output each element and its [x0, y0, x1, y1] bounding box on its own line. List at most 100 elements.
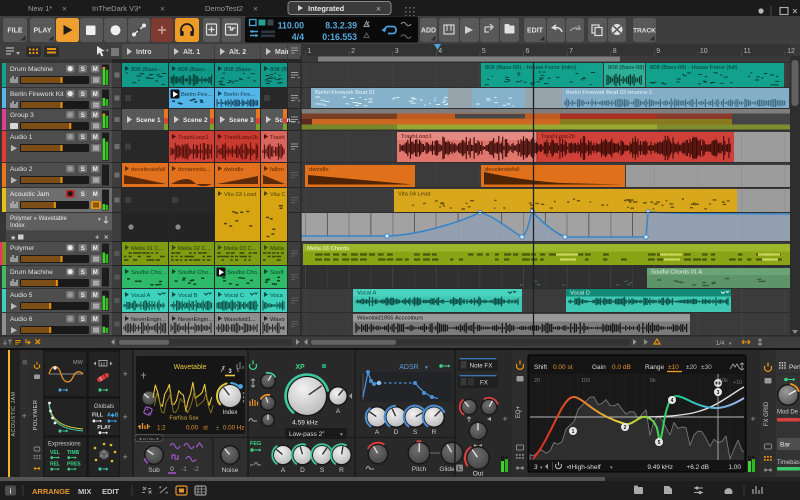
svg-text:Wavoloid1955 Acccolours: Wavoloid1955 Acccolours	[357, 316, 423, 322]
svg-text:+: +	[123, 412, 128, 422]
svg-text:Range: Range	[645, 364, 665, 371]
svg-text:M: M	[93, 167, 98, 173]
svg-text:M: M	[93, 317, 98, 323]
svg-text:MW: MW	[73, 360, 84, 366]
svg-text:Alt. 1: Alt. 1	[183, 49, 200, 56]
svg-text:ARRANGE: ARRANGE	[32, 487, 70, 496]
svg-text:Trash: Trash	[270, 135, 285, 141]
svg-text:TrashLoop1: TrashLoop1	[178, 135, 209, 141]
svg-text:+: +	[123, 369, 128, 379]
svg-text:Soulful Cho...: Soulful Cho...	[227, 270, 262, 276]
svg-text:fallon: fallon	[270, 167, 284, 173]
svg-text:3: 3	[717, 390, 720, 396]
svg-text:S: S	[81, 92, 85, 98]
svg-text:1/4: 1/4	[716, 341, 725, 347]
svg-text:ACOUSTIC JAM: ACOUSTIC JAM	[11, 391, 17, 436]
svg-text:808 (Bass-...: 808 (Bass-...	[224, 67, 257, 73]
svg-text:S: S	[81, 135, 85, 141]
svg-text:DemoTest2: DemoTest2	[205, 4, 243, 13]
svg-text:Vocal D: Vocal D	[570, 291, 590, 297]
svg-text:MIX: MIX	[78, 487, 91, 496]
svg-text:×: ×	[253, 4, 258, 14]
svg-text:Vocal A: Vocal A	[357, 291, 376, 297]
svg-text:Berlin Firework Beat 02-bounce: Berlin Firework Beat 02-bounce-1	[566, 90, 652, 96]
svg-text:VEL: VEL	[50, 450, 60, 456]
svg-text:D: D	[394, 429, 399, 436]
svg-text:deceleratefall: deceleratefall	[131, 167, 165, 173]
svg-text:0:16.553: 0:16.553	[322, 32, 357, 42]
svg-text:TrashLoop2b: TrashLoop2b	[541, 134, 575, 140]
svg-text:InTheDark V3*: InTheDark V3*	[92, 4, 141, 13]
svg-text:Audio 2: Audio 2	[10, 166, 33, 173]
svg-text:Index: Index	[10, 223, 25, 229]
svg-text:PLAY: PLAY	[97, 425, 111, 431]
svg-text:Gain: Gain	[592, 364, 606, 371]
svg-text:Timebas: Timebas	[777, 460, 800, 466]
svg-text:A◆B: A◆B	[107, 413, 119, 419]
svg-text:Shift: Shift	[534, 364, 547, 371]
svg-text:M: M	[93, 246, 98, 252]
svg-text:S: S	[81, 270, 85, 276]
svg-text:⊲High-shelf: ⊲High-shelf	[566, 464, 601, 471]
svg-text:Sub: Sub	[148, 467, 160, 474]
svg-text:Vita 04 Lead: Vita 04 Lead	[398, 192, 430, 198]
svg-text:◂ SYNC ▸: ◂ SYNC ▸	[139, 436, 160, 441]
svg-text:S: S	[320, 467, 325, 474]
svg-text:M: M	[93, 135, 98, 141]
svg-text:R: R	[339, 467, 344, 474]
svg-text:Expressions: Expressions	[48, 442, 81, 448]
svg-text:808 (Bass-...: 808 (Bass-...	[131, 67, 164, 73]
svg-text:6: 6	[526, 48, 530, 55]
svg-text:Integrated: Integrated	[308, 4, 345, 13]
svg-text:×: ×	[792, 7, 798, 18]
svg-text:st: st	[203, 425, 208, 432]
svg-text:Mod De: Mod De	[777, 410, 799, 416]
svg-text:Low-pass 2″: Low-pass 2″	[289, 431, 325, 438]
svg-text:+: +	[22, 411, 27, 421]
svg-text:M: M	[93, 293, 98, 299]
svg-text:20: 20	[534, 378, 540, 384]
svg-text:5k: 5k	[650, 378, 656, 384]
svg-text:S: S	[81, 317, 85, 323]
svg-text:S: S	[81, 293, 85, 299]
svg-text:M: M	[93, 192, 98, 198]
svg-text:Mella 03 Chords: Mella 03 Chords	[307, 246, 349, 252]
svg-text:FEG: FEG	[250, 441, 261, 447]
svg-text:D: D	[300, 467, 305, 474]
svg-text:S: S	[413, 429, 418, 436]
svg-text:TIMB: TIMB	[67, 450, 80, 456]
svg-text:REL: REL	[50, 462, 60, 468]
svg-text:TRACK: TRACK	[633, 28, 656, 35]
svg-text:FILL: FILL	[92, 413, 104, 419]
svg-text:NeverEngin...: NeverEngin...	[131, 317, 167, 323]
svg-text:0: 0	[170, 466, 174, 473]
svg-text:Vocal C: Vocal C	[224, 293, 244, 299]
svg-text:ADSR: ADSR	[399, 364, 418, 371]
svg-text:8: 8	[613, 48, 617, 55]
svg-text:1: 1	[308, 48, 312, 55]
svg-text:Wavo: Wavo	[270, 317, 285, 323]
svg-text:Out: Out	[473, 471, 484, 478]
svg-text:+: +	[298, 76, 301, 82]
svg-text:M: M	[93, 113, 98, 119]
svg-text:1: 1	[572, 429, 575, 435]
svg-text:7: 7	[569, 48, 573, 55]
svg-text:3: 3	[395, 48, 399, 55]
svg-text:+: +	[298, 99, 301, 105]
svg-text:M: M	[93, 67, 98, 73]
svg-text:★: ★	[10, 234, 16, 242]
svg-text:Index: Index	[223, 410, 238, 416]
svg-text:Audio 1: Audio 1	[10, 134, 33, 141]
svg-text:×: ×	[376, 4, 381, 14]
svg-text:dorianredu...: dorianredu...	[178, 167, 211, 173]
svg-text:Intro: Intro	[136, 49, 152, 56]
svg-text:2: 2	[624, 425, 627, 431]
svg-text:0.0 dB: 0.0 dB	[612, 364, 631, 371]
svg-text:▾: ▾	[425, 365, 428, 371]
svg-text:M: M	[93, 270, 98, 276]
svg-text:Soulful Cho...: Soulful Cho...	[131, 270, 166, 276]
svg-text:dwindle: dwindle	[309, 167, 329, 173]
svg-text:±10: ±10	[668, 364, 679, 371]
svg-text:+: +	[298, 120, 301, 126]
svg-text:808 (Bass-...: 808 (Bass-...	[178, 67, 211, 73]
